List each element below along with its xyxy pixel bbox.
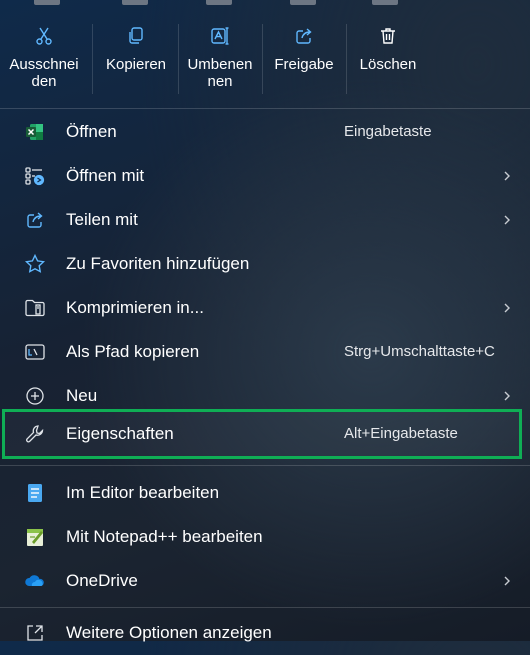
top-edge-strip	[0, 0, 530, 12]
menu-divider	[0, 465, 530, 466]
copy-icon	[129, 27, 143, 44]
menu-item-label: Im Editor bearbeiten	[66, 483, 220, 502]
shortcut-hint: Strg+Umschalttaste+C	[344, 343, 495, 360]
menu-item-onedrive[interactable]: OneDrive	[0, 559, 530, 603]
chevron-right-icon	[504, 171, 510, 181]
rename-label: Umbenen nen	[187, 56, 253, 90]
share-icon	[296, 28, 312, 44]
menu-item-more-options[interactable]: Weitere Optionen anzeigen	[0, 611, 530, 655]
toolbar-separator	[92, 24, 93, 94]
menu-item-copy-as-path[interactable]: Als Pfad kopieren Strg+Umschalttaste+C	[0, 330, 530, 374]
menu-item-compress[interactable]: Komprimieren in...	[0, 286, 530, 330]
context-menu-toolbar: Ausschnei den Kopieren Umbenen nen Freig…	[0, 22, 530, 102]
menu-item-properties[interactable]: Eigenschaften Alt+Eingabetaste	[0, 412, 530, 456]
menu-item-label: Öffnen	[66, 122, 117, 141]
share-button[interactable]: Freigabe	[262, 22, 346, 102]
chevron-right-icon	[504, 576, 510, 586]
open-with-icon	[25, 167, 45, 186]
menu-item-label: Neu	[66, 386, 98, 405]
menu-item-label: Mit Notepad++ bearbeiten	[66, 527, 263, 546]
trash-icon	[381, 28, 395, 44]
shortcut-hint: Alt+Eingabetaste	[344, 425, 458, 442]
menu-item-add-favorites[interactable]: Zu Favoriten hinzufügen	[0, 242, 530, 286]
notepadpp-icon	[27, 529, 43, 546]
menu-item-label: Teilen mit	[66, 210, 138, 229]
notepad-icon	[28, 484, 42, 502]
menu-item-label: Eigenschaften	[66, 424, 174, 443]
menu-item-label: Als Pfad kopieren	[66, 342, 200, 361]
chevron-right-icon	[504, 215, 510, 225]
menu-item-label: Zu Favoriten hinzufügen	[66, 254, 250, 273]
scissors-icon	[36, 27, 52, 45]
delete-label: Löschen	[359, 56, 417, 73]
menu-item-label: Weitere Optionen anzeigen	[66, 623, 272, 642]
menu-item-edit-notepadpp[interactable]: Mit Notepad++ bearbeiten	[0, 515, 530, 559]
share-icon	[27, 212, 43, 228]
excel-icon	[26, 124, 43, 140]
star-icon	[24, 253, 46, 273]
wrench-icon	[26, 425, 44, 443]
menu-item-label: OneDrive	[66, 571, 138, 590]
rename-icon	[211, 27, 229, 45]
menu-divider	[0, 607, 530, 608]
share-label: Freigabe	[274, 56, 334, 73]
chevron-right-icon	[504, 391, 510, 401]
menu-item-share-with[interactable]: Teilen mit	[0, 198, 530, 242]
menu-item-open[interactable]: Öffnen Eingabetaste	[0, 110, 530, 154]
cut-label: Ausschnei den	[9, 56, 79, 90]
shortcut-hint: Eingabetaste	[344, 123, 432, 140]
chevron-right-icon	[504, 303, 510, 313]
cut-button[interactable]: Ausschnei den	[2, 22, 86, 102]
menu-divider	[0, 108, 530, 109]
copy-button[interactable]: Kopieren	[94, 22, 178, 102]
menu-item-edit-in-editor[interactable]: Im Editor bearbeiten	[0, 471, 530, 515]
onedrive-icon	[25, 575, 44, 586]
rename-button[interactable]: Umbenen nen	[178, 22, 262, 102]
menu-item-label: Komprimieren in...	[66, 298, 204, 317]
zip-folder-icon	[25, 299, 45, 317]
path-icon	[25, 344, 45, 360]
menu-item-open-with[interactable]: Öffnen mit	[0, 154, 530, 198]
plus-circle-icon	[26, 387, 44, 405]
delete-button[interactable]: Löschen	[346, 22, 430, 102]
copy-label: Kopieren	[105, 56, 167, 73]
menu-item-label: Öffnen mit	[66, 166, 145, 185]
